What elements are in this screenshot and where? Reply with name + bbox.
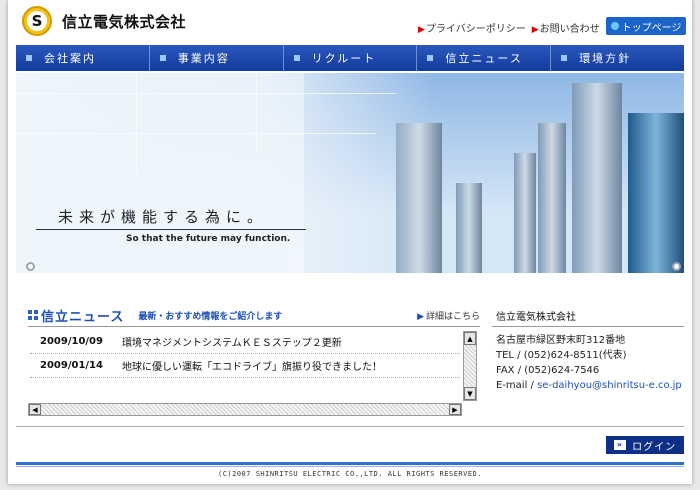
hero-tagline-jp: 未来が機能する為に。	[58, 208, 269, 226]
company-address: 名古屋市緑区野末町312番地	[496, 335, 626, 346]
company-info-divider	[492, 326, 684, 327]
company-fax: FAX / (052)624-7546	[496, 365, 600, 376]
square-icon	[293, 55, 300, 61]
email-label: E-mail /	[496, 380, 538, 391]
page: S 信立電気株式会社 ▶プライバシーポリシー ▶お問い合わせ トップページ 会社…	[8, 0, 692, 484]
privacy-link[interactable]: ▶プライバシーポリシー	[418, 20, 526, 35]
news-horizontal-scrollbar[interactable]: ◀ ▶	[28, 403, 462, 416]
news-date: 2009/10/09	[40, 336, 103, 347]
logo-letter: S	[27, 11, 47, 31]
circle-icon	[672, 262, 681, 271]
news-date: 2009/01/14	[40, 360, 103, 371]
news-header: 信立ニュース 最新・おすすめ情報をご紹介します ▶ 詳細はこちら	[28, 305, 480, 325]
nav-item-business[interactable]: 事業内容	[149, 45, 284, 71]
footer-bar-thin	[16, 466, 684, 467]
scroll-left-icon[interactable]: ◀	[29, 404, 41, 415]
square-icon	[26, 55, 32, 61]
circle-icon	[26, 262, 35, 271]
hero-building	[538, 123, 566, 273]
contact-link[interactable]: ▶お問い合わせ	[532, 20, 600, 35]
news-title: 信立ニュース	[41, 309, 125, 325]
company-info: 名古屋市緑区野末町312番地 TEL / (052)624-8511(代表) F…	[496, 333, 684, 393]
scroll-down-icon[interactable]: ▼	[464, 387, 476, 400]
top-page-button[interactable]: トップページ	[606, 17, 686, 35]
triangle-right-icon: ▶	[531, 25, 539, 35]
circle-icon	[610, 22, 619, 30]
hero-line	[16, 93, 396, 94]
company-tel: TEL / (052)624-8511(代表)	[496, 350, 627, 361]
nav-item-news[interactable]: 信立ニュース	[417, 45, 552, 71]
company-info-title: 信立電気株式会社	[496, 312, 576, 323]
double-arrow-icon: »	[613, 440, 627, 450]
email-link[interactable]: se-daihyou@shinritsu-e.co.jp	[537, 380, 682, 391]
nav-item-company[interactable]: 会社案内	[16, 45, 150, 71]
hero-building	[456, 183, 482, 273]
company-email-line: E-mail / se-daihyou@shinritsu-e.co.jp	[496, 378, 684, 393]
news-list: 2009/10/09 環境マネジメントシステムＫＥＳステップ２更新 2009/0…	[30, 330, 460, 398]
hero-building	[628, 113, 684, 273]
news-text: 環境マネジメントシステムＫＥＳステップ２更新	[122, 338, 342, 349]
hero-underline	[36, 229, 306, 230]
square-icon	[427, 55, 434, 61]
hero-building	[514, 153, 536, 273]
top-links: ▶プライバシーポリシー ▶お問い合わせ	[418, 20, 600, 35]
triangle-right-icon: ▶	[418, 25, 425, 35]
hero-banner: 未来が機能する為に。 So that the future may functi…	[16, 73, 684, 273]
main-nav: 会社案内 事業内容 リクルート 信立ニュース 環境方針	[16, 45, 684, 71]
hero-building	[572, 83, 622, 273]
hero-tagline-en: So that the future may function.	[126, 234, 291, 244]
nav-item-environment[interactable]: 環境方針	[551, 45, 684, 71]
news-vertical-scrollbar[interactable]: ▲ ▼	[463, 331, 477, 401]
grid-icon	[28, 310, 38, 320]
nav-item-recruit[interactable]: リクルート	[283, 45, 418, 71]
scroll-up-icon[interactable]: ▲	[464, 332, 476, 345]
copyright: (C)2007 SHINRITSU ELECTRIC CO.,LTD. ALL …	[217, 470, 482, 478]
scroll-right-icon[interactable]: ▶	[449, 404, 461, 415]
hero-line	[16, 133, 376, 134]
footer-divider	[16, 426, 684, 427]
news-item[interactable]: 2009/10/09 環境マネジメントシステムＫＥＳステップ２更新	[30, 330, 460, 354]
news-subtitle: 最新・おすすめ情報をご紹介します	[138, 311, 283, 322]
triangle-right-icon: ▶	[417, 311, 424, 322]
company-name: 信立電気株式会社	[62, 13, 187, 31]
news-text: 地球に優しい運転「エコドライブ」旗振り役できました！	[122, 362, 382, 373]
footer-bar	[16, 462, 684, 465]
header: S 信立電気株式会社 ▶プライバシーポリシー ▶お問い合わせ トップページ	[8, 0, 692, 44]
news-item[interactable]: 2009/01/14 地球に優しい運転「エコドライブ」旗振り役できました！	[30, 354, 460, 378]
hero-line	[136, 73, 137, 173]
hero-line	[256, 73, 257, 153]
news-more-link[interactable]: ▶ 詳細はこちら	[417, 309, 480, 322]
company-logo[interactable]: S	[22, 6, 52, 36]
news-divider	[28, 326, 480, 327]
login-button[interactable]: » ログイン	[606, 436, 684, 454]
square-icon	[561, 55, 568, 61]
square-icon	[159, 55, 166, 61]
